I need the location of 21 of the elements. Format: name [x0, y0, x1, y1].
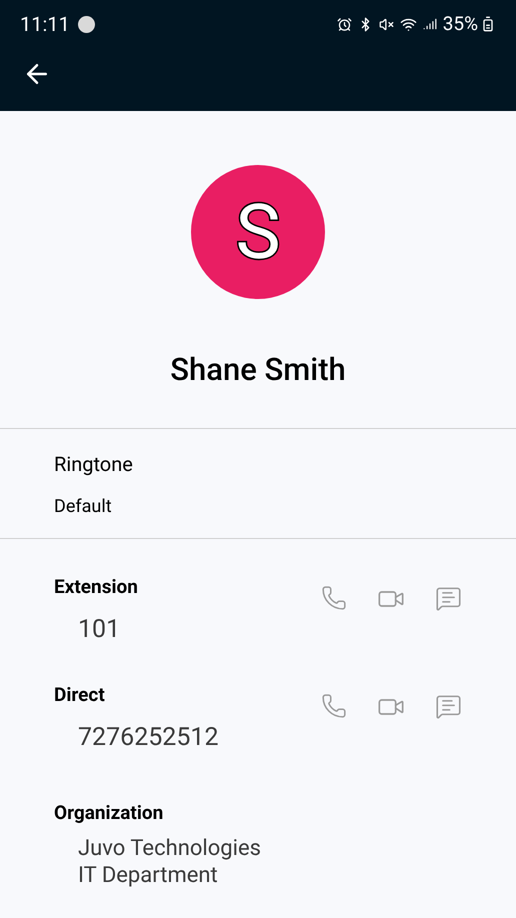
phone-number: 101	[78, 614, 122, 646]
message-button[interactable]	[435, 584, 462, 612]
call-button[interactable]	[321, 692, 347, 718]
alarm-icon	[336, 16, 352, 32]
contact-name: Shane Smith	[170, 350, 346, 390]
organization-line: Juvo Technologies	[78, 835, 262, 862]
phone-number: 7276252512	[78, 722, 220, 754]
ringtone-value: Default	[54, 494, 113, 518]
signal-icon	[422, 17, 437, 31]
organization-line: IT Department	[78, 862, 219, 889]
avatar-initial: S	[235, 194, 281, 270]
mute-icon	[378, 16, 394, 32]
message-button[interactable]	[435, 692, 462, 720]
call-button[interactable]	[321, 584, 347, 610]
status-time: 11:11	[20, 11, 70, 38]
ringtone-label: Ringtone	[54, 450, 134, 478]
ringtone-setting[interactable]: Ringtone Default	[0, 428, 516, 538]
battery-percent: 35%	[442, 10, 478, 37]
field-label: Extension	[54, 574, 139, 600]
field-label: Organization	[54, 800, 164, 826]
field-label: Direct	[54, 682, 106, 708]
